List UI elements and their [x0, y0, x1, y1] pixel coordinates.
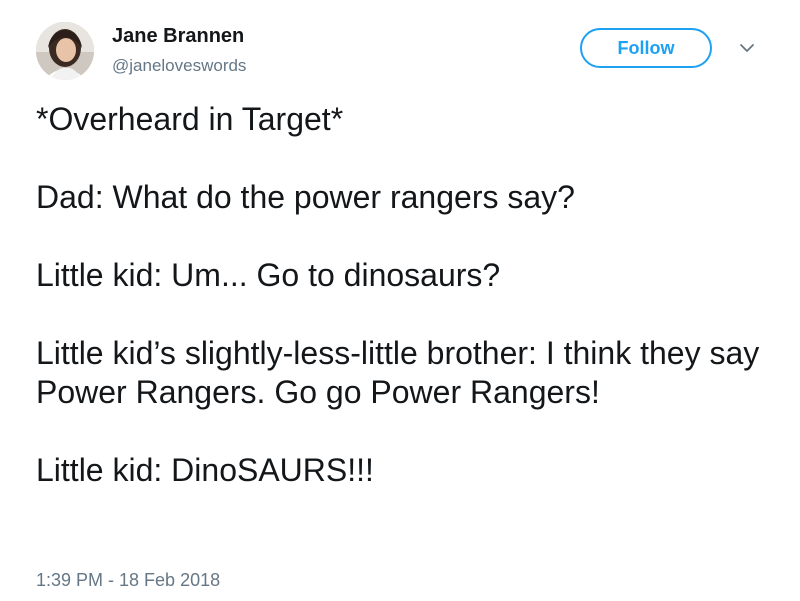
tweet-line: Little kid’s slightly-less-little brothe… — [36, 335, 760, 410]
tweet-line: Little kid: Um... Go to dinosaurs? — [36, 257, 501, 293]
tweet-card: Jane Brannen @janeloveswords Follow *Ove… — [0, 0, 800, 601]
display-name[interactable]: Jane Brannen — [112, 25, 244, 48]
user-handle[interactable]: @janeloveswords — [112, 56, 246, 76]
follow-button[interactable]: Follow — [580, 28, 712, 68]
avatar-image — [36, 22, 94, 80]
tweet-line: *Overheard in Target* — [36, 101, 344, 137]
tweet-line: Little kid: DinoSAURS!!! — [36, 452, 374, 488]
timestamp[interactable]: 1:39 PM - 18 Feb 2018 — [36, 570, 220, 591]
chevron-down-icon[interactable] — [737, 38, 757, 58]
tweet-text: *Overheard in Target* Dad: What do the p… — [36, 100, 776, 490]
tweet-line: Dad: What do the power rangers say? — [36, 179, 575, 215]
avatar[interactable] — [36, 22, 94, 80]
